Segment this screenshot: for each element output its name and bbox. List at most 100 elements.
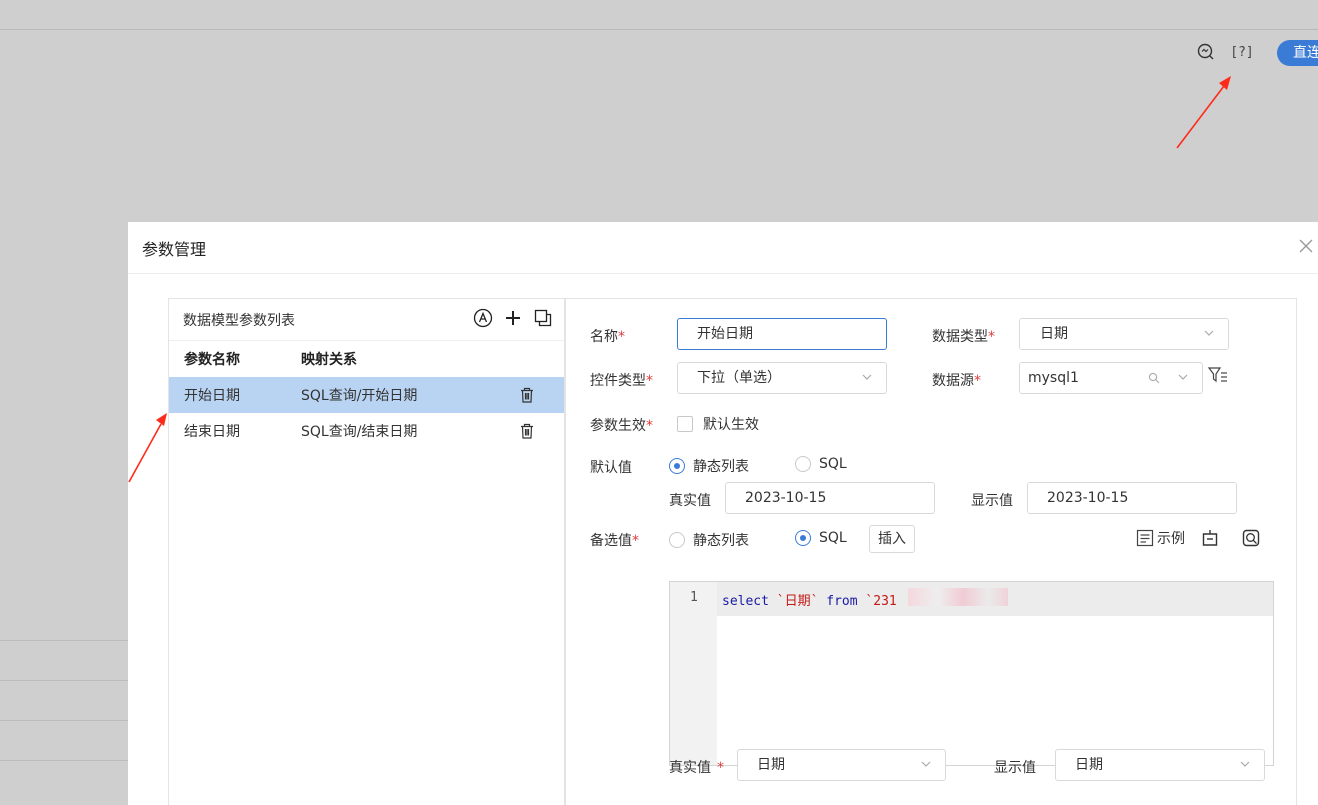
dialog-title: 参数管理 [142,239,207,259]
alt-sql-label: SQL [819,530,847,546]
chevron-down-icon [921,761,931,767]
default-static-radio[interactable]: 静态列表 [669,456,749,476]
real-value-label: 真实值 [669,493,711,509]
bottom-display-select[interactable]: 日期 [1055,749,1265,781]
add-icon[interactable] [502,307,524,329]
default-static-label: 静态列表 [693,459,749,475]
preview-search-icon[interactable] [1241,528,1261,552]
table-row[interactable]: 开始日期 SQL查询/开始日期 [169,377,564,413]
bottom-display-label: 显示值 [994,760,1036,776]
background-row [0,760,128,800]
required-mark: * [646,418,653,434]
bottom-real-select[interactable]: 日期 [737,749,946,781]
example-label: 示例 [1157,531,1185,547]
close-icon[interactable] [1298,238,1316,256]
param-list-actions [472,307,554,329]
direct-connect-badge[interactable]: 直连 [1277,40,1318,66]
filter-icon[interactable] [1207,365,1231,389]
data-type-select[interactable]: 日期 [1019,318,1229,350]
datasource-label-text: 数据源 [932,373,974,389]
editor-gutter [670,582,717,765]
document-icon [1136,529,1154,547]
help-icon[interactable]: [?] [1230,41,1253,63]
bottom-display-value: 日期 [1075,757,1103,773]
dialog-header: 参数管理 [128,222,1318,274]
alt-sql-radio[interactable]: SQL [795,530,847,546]
background-rows [0,640,128,800]
auto-add-icon[interactable] [472,307,494,329]
param-management-dialog: 参数管理 数据模型参数列表 参数名称 映射关系 开始日期 SQL查询/开始日期 … [128,222,1318,805]
bottom-real-value: 日期 [757,757,785,773]
search-clock-icon[interactable] [1195,41,1217,63]
sql-editor[interactable]: 1 select `日期` from `231 [669,581,1274,766]
alt-value-label-text: 备选值 [590,533,632,549]
data-type-label-text: 数据类型 [932,329,988,345]
param-list-columns: 参数名称 映射关系 [169,341,564,377]
chevron-down-icon [862,374,872,380]
top-divider [0,29,1318,30]
name-label-text: 名称 [590,329,618,345]
sql-keyword: from [826,594,858,609]
table-row[interactable]: 结束日期 SQL查询/结束日期 [169,413,564,449]
param-list-header: 数据模型参数列表 [169,299,564,341]
mapping-cell: SQL查询/结束日期 [301,424,418,440]
background-row [0,640,128,680]
real-value-input[interactable]: 2023-10-15 [725,482,935,514]
datasource-select[interactable]: mysql1 [1019,362,1203,394]
param-list-title: 数据模型参数列表 [183,312,295,329]
column-mapping: 映射关系 [301,352,357,368]
mapping-cell: SQL查询/开始日期 [301,388,418,404]
background-row [0,720,128,760]
required-mark: * [974,373,981,389]
control-type-select[interactable]: 下拉（单选） [677,362,887,394]
column-param-name: 参数名称 [184,352,240,368]
param-effect-label-text: 参数生效 [590,418,646,434]
default-effect-checkbox[interactable]: 默认生效 [677,414,759,434]
checkbox-box[interactable] [677,416,693,432]
chevron-down-icon [1240,761,1250,767]
default-sql-radio[interactable]: SQL [795,456,847,472]
radio-dot[interactable] [795,530,811,546]
chevron-down-icon [1204,330,1214,336]
control-type-label: 控件类型* [590,370,653,390]
alt-static-radio[interactable]: 静态列表 [669,530,749,550]
bottom-real-label-text: 真实值 [669,760,711,776]
param-effect-label: 参数生效* [590,415,653,435]
background-row [0,680,128,720]
format-icon[interactable] [1200,528,1220,552]
delete-icon[interactable] [518,386,536,404]
example-button[interactable]: 示例 [1135,528,1185,548]
control-type-value: 下拉（单选） [697,370,781,386]
alt-value-label: 备选值* [590,530,639,550]
alt-static-label: 静态列表 [693,533,749,549]
radio-dot[interactable] [669,458,685,474]
chevron-down-icon [1178,374,1188,380]
copy-icon[interactable] [532,307,554,329]
display-value-input[interactable]: 2023-10-15 [1027,482,1237,514]
required-mark: * [646,373,653,389]
default-value-label: 默认值 [590,460,632,476]
datasource-value: mysql1 [1028,370,1079,386]
required-mark: * [717,760,724,776]
sql-keyword: select [722,594,769,609]
delete-icon[interactable] [518,422,536,440]
required-mark: * [632,533,639,549]
line-number: 1 [690,590,698,605]
datasource-label: 数据源* [932,370,981,390]
annotation-arrow [1176,76,1231,149]
required-mark: * [988,329,995,345]
search-icon [1148,372,1160,384]
radio-dot[interactable] [669,532,685,548]
sql-code-line[interactable]: select `日期` from `231 [722,590,897,609]
sql-column: `日期` [776,594,819,609]
control-type-label-text: 控件类型 [590,373,646,389]
required-mark: * [618,329,625,345]
name-input[interactable]: 开始日期 [677,318,887,350]
radio-dot[interactable] [795,456,811,472]
top-toolbar: [?] [1195,38,1254,66]
insert-button[interactable]: 插入 [869,525,915,553]
name-label: 名称* [590,326,625,346]
bottom-real-label: 真实值 * [669,757,724,777]
data-type-value: 日期 [1040,326,1068,342]
param-name-cell: 结束日期 [184,424,240,440]
